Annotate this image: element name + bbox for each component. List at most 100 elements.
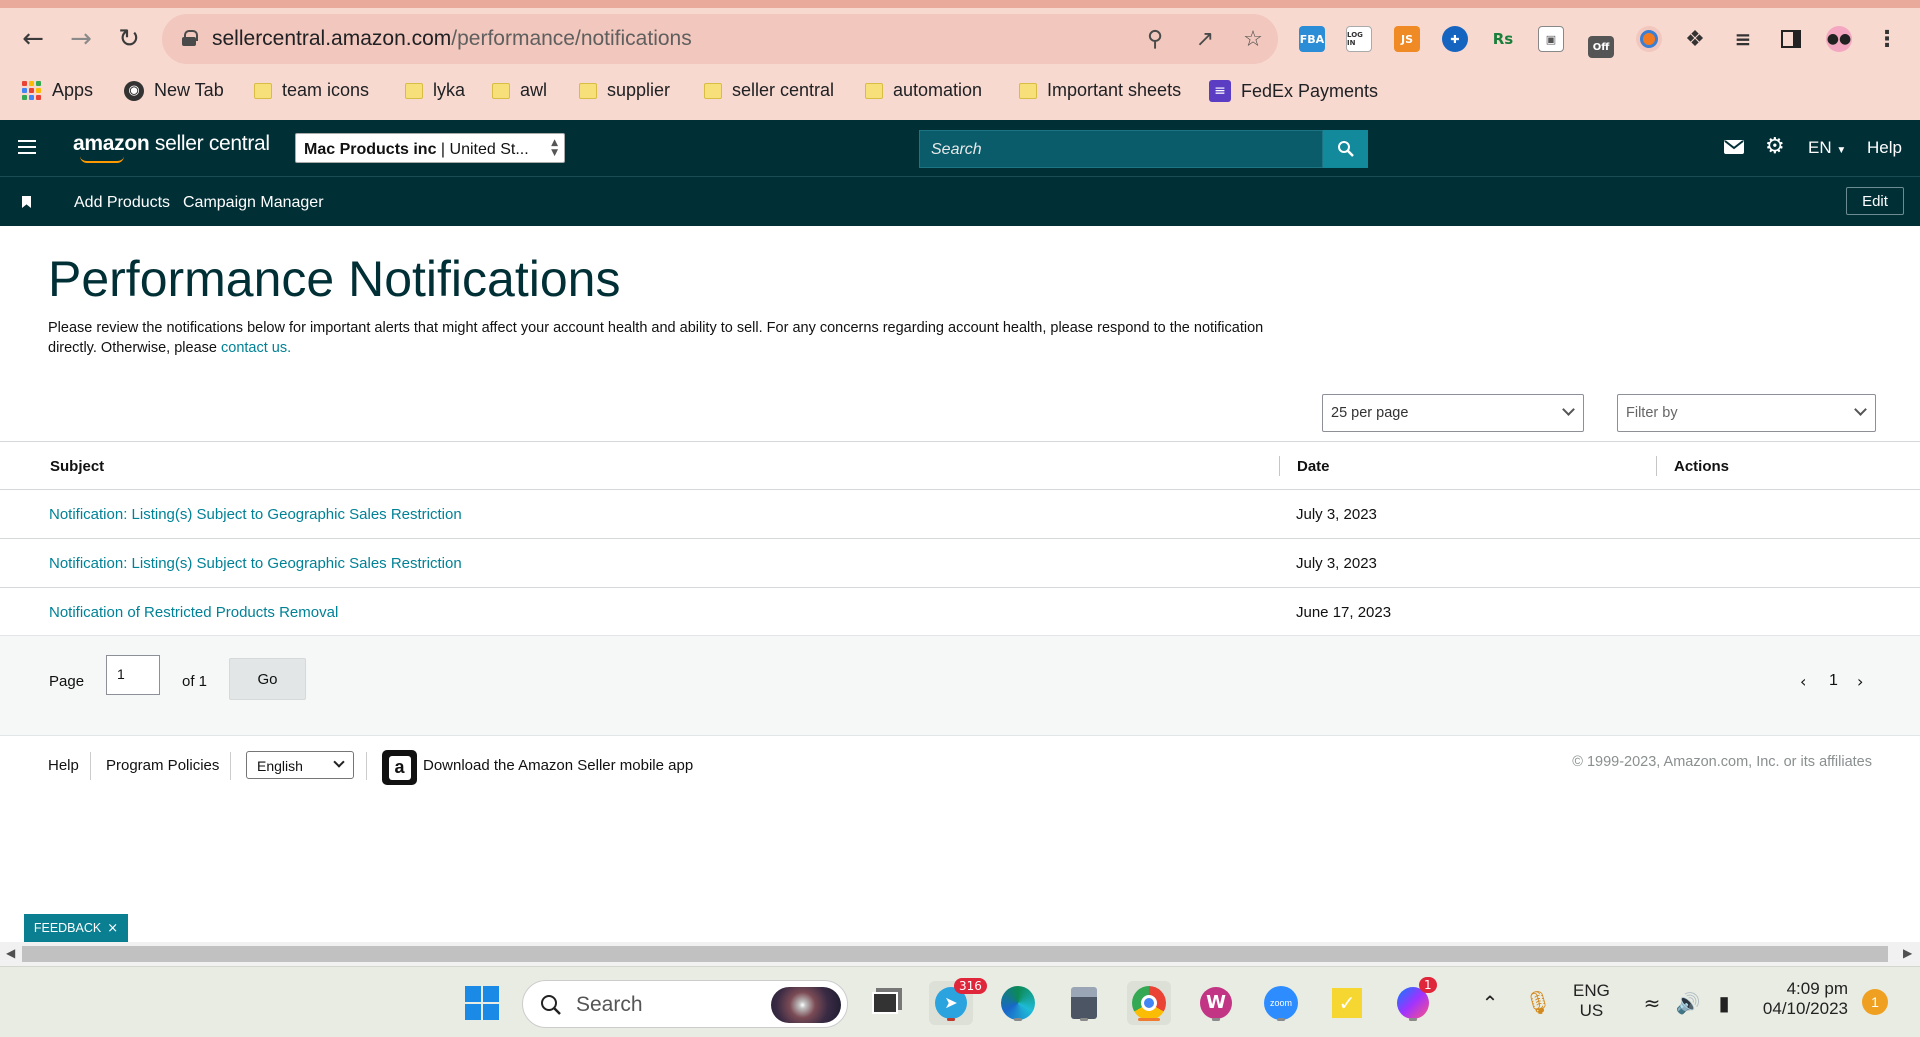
js-extension-icon[interactable]: JS xyxy=(1394,26,1420,52)
edge-browser-icon[interactable] xyxy=(996,981,1040,1025)
profile-avatar-icon[interactable]: ●● xyxy=(1826,26,1852,52)
chevron-left-icon[interactable]: ‹ xyxy=(1800,672,1806,691)
footer-divider xyxy=(90,752,91,780)
windows-start-icon[interactable] xyxy=(460,981,504,1025)
share-icon[interactable]: ↗ xyxy=(1192,26,1218,52)
bookmark-automation[interactable]: automation xyxy=(865,80,982,101)
scroll-left-icon[interactable]: ◀ xyxy=(6,946,15,960)
notifications-table: Subject Date Actions Notification: Listi… xyxy=(0,441,1920,637)
zoom-icon[interactable]: ⚲ xyxy=(1142,26,1168,52)
chevron-down-icon xyxy=(1562,403,1575,416)
search-icon xyxy=(541,995,561,1015)
address-bar[interactable]: sellercentral.amazon.com/performance/not… xyxy=(162,14,1278,64)
subnav-add-products[interactable]: Add Products xyxy=(74,194,170,212)
table-header: Subject Date Actions xyxy=(0,442,1920,490)
globe-icon: ◉ xyxy=(124,80,144,101)
horizontal-scrollbar[interactable]: ◀ ▶ xyxy=(0,942,1920,966)
subnav-campaign-manager[interactable]: Campaign Manager xyxy=(183,194,324,212)
download-app-link[interactable]: Download the Amazon Seller mobile app xyxy=(423,757,693,774)
mail-icon[interactable] xyxy=(1724,136,1744,160)
current-page-number[interactable]: 1 xyxy=(1829,672,1838,690)
search-input[interactable]: Search xyxy=(919,130,1323,168)
bookmark-apps[interactable]: Apps xyxy=(22,80,93,101)
store-selector[interactable]: Mac Products inc | United St... ▲ ▼ xyxy=(295,133,565,163)
page-title: Performance Notifications xyxy=(48,251,621,307)
hamburger-menu-icon[interactable] xyxy=(18,140,36,154)
page-footer: Help Program Policies English a Download… xyxy=(0,735,1920,795)
per-page-select[interactable]: 25 per page xyxy=(1322,394,1584,432)
microphone-icon[interactable]: 🎙 xyxy=(1516,981,1560,1025)
bookmark-fedex-payments[interactable]: ≡ FedEx Payments xyxy=(1209,80,1378,102)
folder-icon xyxy=(704,82,722,99)
language-selector[interactable]: EN ▼ xyxy=(1808,138,1846,158)
chrome-browser-icon[interactable] xyxy=(1127,981,1171,1025)
off-extension-icon[interactable]: Off xyxy=(1588,36,1614,58)
program-policies-link[interactable]: Program Policies xyxy=(106,757,219,774)
media-control-icon[interactable]: ≡ xyxy=(1730,26,1756,52)
search-button[interactable] xyxy=(1323,130,1368,168)
url-text[interactable]: sellercentral.amazon.com/performance/not… xyxy=(212,27,692,51)
scrollbar-thumb[interactable] xyxy=(22,946,1888,962)
settings-gear-icon[interactable]: ⚙ xyxy=(1765,134,1785,159)
go-button[interactable]: Go xyxy=(229,658,306,700)
task-view-icon[interactable] xyxy=(863,981,907,1025)
sticky-notes-icon[interactable]: ✓ xyxy=(1325,981,1369,1025)
calculator-icon[interactable] xyxy=(1062,981,1106,1025)
input-language-indicator[interactable]: ENG US xyxy=(1573,981,1610,1021)
amazon-app-icon[interactable]: a xyxy=(382,750,417,785)
taskbar-search[interactable]: Search xyxy=(522,980,848,1028)
bookmark-awl[interactable]: awl xyxy=(492,80,547,101)
scroll-right-icon[interactable]: ▶ xyxy=(1903,946,1912,960)
bookmark-lyka[interactable]: lyka xyxy=(405,80,465,101)
forward-icon[interactable]: → xyxy=(64,22,98,56)
notification-date: July 3, 2023 xyxy=(1296,506,1377,523)
back-icon[interactable]: ← xyxy=(16,22,50,56)
chevron-right-icon[interactable]: › xyxy=(1857,672,1863,691)
filter-select[interactable]: Filter by xyxy=(1617,394,1876,432)
notification-link[interactable]: Notification: Listing(s) Subject to Geog… xyxy=(49,506,462,523)
clock[interactable]: 4:09 pm 04/10/2023 xyxy=(1752,979,1848,1019)
bookmark-supplier[interactable]: supplier xyxy=(579,80,670,101)
feedback-tab[interactable]: FEEDBACK × xyxy=(24,914,128,942)
search-icon xyxy=(1337,141,1354,157)
bookmark-icon[interactable] xyxy=(22,196,31,208)
bookmark-seller-central[interactable]: seller central xyxy=(704,80,834,101)
folder-icon xyxy=(405,82,423,99)
notification-link[interactable]: Notification: Listing(s) Subject to Geog… xyxy=(49,555,462,572)
notification-link[interactable]: Notification of Restricted Products Remo… xyxy=(49,604,338,621)
bookmark-important-sheets[interactable]: Important sheets xyxy=(1019,80,1181,101)
notification-count-badge[interactable]: 1 xyxy=(1862,989,1888,1015)
seller-central-logo[interactable]: amazon seller central xyxy=(73,132,270,156)
compass-extension-icon[interactable]: ✚ xyxy=(1442,26,1468,52)
login-extension-icon[interactable]: LOG IN xyxy=(1346,26,1372,52)
messenger-icon[interactable]: 1 xyxy=(1391,977,1437,1025)
orange-circle-extension-icon[interactable] xyxy=(1636,26,1662,52)
page-of-label: of 1 xyxy=(182,673,208,690)
notification-date: July 3, 2023 xyxy=(1296,555,1377,572)
box-extension-icon[interactable]: ▣ xyxy=(1538,26,1564,52)
bookmark-new-tab[interactable]: ◉ New Tab xyxy=(124,80,224,101)
page-number-input[interactable]: 1 xyxy=(106,655,160,695)
chevron-up-icon[interactable]: ⌃ xyxy=(1468,981,1512,1025)
bookmarks-bar: Apps ◉ New Tab team icons lyka awl suppl… xyxy=(0,74,1920,110)
footer-help-link[interactable]: Help xyxy=(48,757,79,774)
search-highlight-image xyxy=(771,987,841,1023)
battery-icon[interactable]: ▮ xyxy=(1702,981,1746,1025)
close-icon[interactable]: × xyxy=(107,921,118,936)
zoom-icon[interactable]: zoom xyxy=(1259,981,1303,1025)
wps-office-icon[interactable]: W xyxy=(1194,981,1238,1025)
extensions-puzzle-icon[interactable]: ❖ xyxy=(1682,26,1708,52)
rs-extension-icon[interactable]: Rs xyxy=(1490,26,1516,52)
chrome-menu-icon[interactable]: ⋮ xyxy=(1874,26,1900,52)
contact-us-link[interactable]: contact us. xyxy=(221,340,291,356)
telegram-icon[interactable]: ➤ 316 xyxy=(929,978,987,1025)
star-icon[interactable]: ☆ xyxy=(1240,26,1266,52)
bookmark-team-icons[interactable]: team icons xyxy=(254,80,369,101)
footer-language-select[interactable]: English xyxy=(246,751,354,779)
footer-divider xyxy=(366,752,367,780)
help-link[interactable]: Help xyxy=(1867,138,1902,158)
reload-icon[interactable]: ↻ xyxy=(112,22,146,56)
edit-button[interactable]: Edit xyxy=(1846,187,1904,215)
fba-extension-icon[interactable]: FBA xyxy=(1299,26,1325,52)
side-panel-icon[interactable] xyxy=(1778,26,1804,52)
